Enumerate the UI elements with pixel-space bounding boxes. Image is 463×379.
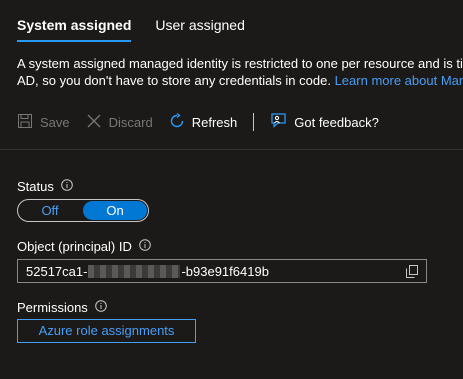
status-label: Status xyxy=(17,179,54,194)
refresh-label: Refresh xyxy=(191,114,238,130)
description-line-2-text: AD, so you don't have to store any crede… xyxy=(17,73,331,88)
tab-user-assigned[interactable]: User assigned xyxy=(155,10,245,42)
object-id-suffix: -b93e91f6419b xyxy=(181,263,269,279)
feedback-button[interactable]: Got feedback? xyxy=(270,110,379,134)
refresh-icon xyxy=(169,112,192,132)
info-icon[interactable] xyxy=(94,300,107,315)
copy-icon[interactable] xyxy=(406,265,418,281)
command-bar: Save Discard Refresh Got feedback? xyxy=(17,110,395,134)
description-line-2: AD, so you don't have to store any crede… xyxy=(17,72,463,89)
info-icon[interactable] xyxy=(139,239,151,254)
close-icon xyxy=(86,113,109,132)
feedback-icon xyxy=(270,112,294,132)
section-divider xyxy=(0,149,463,150)
object-id-label: Object (principal) ID xyxy=(17,239,132,254)
info-icon[interactable] xyxy=(61,179,73,194)
discard-label: Discard xyxy=(108,114,153,130)
identity-tabs: System assigned User assigned xyxy=(17,10,269,42)
object-id-prefix: 52517ca1- xyxy=(26,263,88,279)
object-id-field[interactable]: 52517ca1- -b93e91f6419b xyxy=(17,259,427,283)
learn-more-link[interactable]: Learn more about Man xyxy=(335,73,463,88)
object-id-label-row: Object (principal) ID xyxy=(17,239,151,254)
azure-role-assignments-button[interactable]: Azure role assignments xyxy=(17,319,196,343)
save-label: Save xyxy=(40,114,70,130)
discard-button[interactable]: Discard xyxy=(86,110,153,134)
save-button[interactable]: Save xyxy=(17,110,70,134)
description: A system assigned managed identity is re… xyxy=(17,55,463,89)
status-label-row: Status xyxy=(17,179,73,194)
permissions-label: Permissions xyxy=(17,300,88,315)
save-icon xyxy=(17,113,40,132)
description-line-1: A system assigned managed identity is re… xyxy=(17,56,463,71)
status-toggle[interactable]: Off On xyxy=(17,199,149,222)
status-on-option[interactable]: On xyxy=(83,201,147,220)
feedback-label: Got feedback? xyxy=(294,114,379,130)
tab-system-assigned[interactable]: System assigned xyxy=(17,10,132,42)
toolbar-divider xyxy=(253,113,255,131)
permissions-label-row: Permissions xyxy=(17,300,107,315)
managed-identity-panel: System assigned User assigned A system a… xyxy=(0,0,463,379)
status-off-option[interactable]: Off xyxy=(18,200,82,221)
refresh-button[interactable]: Refresh xyxy=(169,110,238,134)
redacted-segment xyxy=(88,264,181,278)
